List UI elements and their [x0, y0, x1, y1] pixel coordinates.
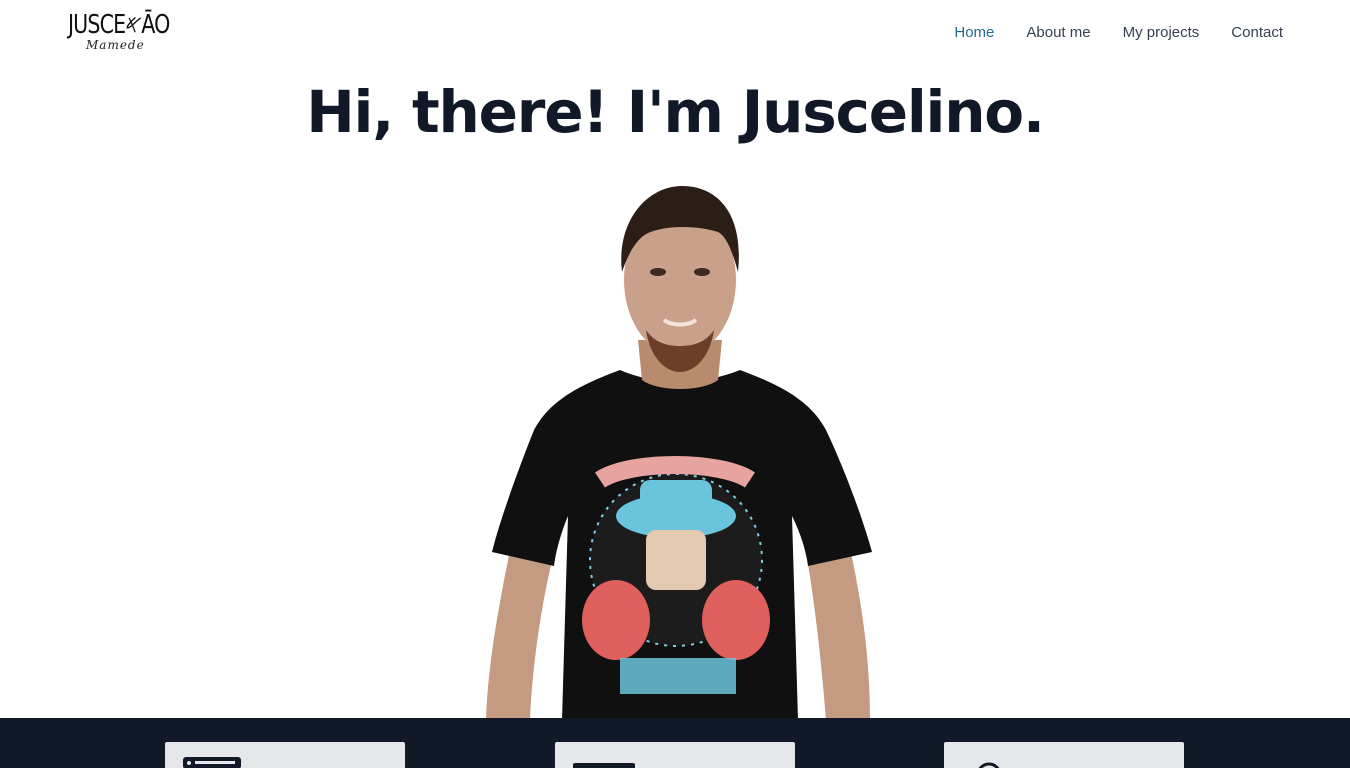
site-header: JUSCE𐤀ĀO Mamede Home About me My project…	[0, 0, 1350, 66]
services-section	[0, 718, 1350, 768]
browser-window-icon	[183, 756, 243, 768]
service-card-seo[interactable]	[944, 742, 1184, 768]
logo-wordmark: JUSCE𐤀ĀO	[68, 10, 170, 40]
site-logo[interactable]: JUSCE𐤀ĀO Mamede	[66, 10, 170, 56]
hero-title: Hi, there! I'm Juscelino.	[306, 78, 1045, 146]
logo-signature: Mamede	[86, 38, 145, 52]
main-nav: Home About me My projects Contact	[954, 24, 1283, 41]
nav-about-link[interactable]: About me	[1026, 24, 1090, 41]
nav-contact-link[interactable]: Contact	[1231, 24, 1283, 41]
laptop-icon	[573, 756, 637, 768]
search-icon	[974, 760, 1004, 768]
service-card-web[interactable]	[165, 742, 405, 768]
nav-home-link[interactable]: Home	[954, 24, 994, 41]
hero-portrait-image	[486, 186, 872, 720]
service-card-dev[interactable]	[555, 742, 795, 768]
nav-projects-link[interactable]: My projects	[1123, 24, 1200, 41]
